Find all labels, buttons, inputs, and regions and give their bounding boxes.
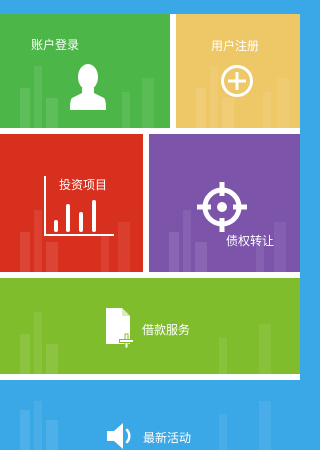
invest-tile[interactable]: 投资项目: [0, 134, 143, 272]
news-label: 最新活动: [143, 431, 192, 445]
plus-circle-icon: [220, 64, 254, 102]
document-add-icon: [104, 308, 138, 352]
status-bar: [0, 0, 300, 14]
register-tile[interactable]: 用户注册: [176, 14, 300, 128]
loan-label: 借款服务: [142, 323, 191, 337]
news-tile[interactable]: 最新活动: [0, 380, 300, 450]
crosshair-icon: [197, 182, 247, 236]
login-label: 账户登录: [31, 38, 80, 52]
loan-tile[interactable]: 借款服务: [0, 278, 300, 374]
user-silhouette-icon: [70, 62, 106, 114]
login-tile[interactable]: 账户登录: [0, 14, 170, 128]
bar-chart-icon: [44, 176, 116, 242]
speaker-icon: [106, 422, 138, 450]
transfer-tile[interactable]: 债权转让: [149, 134, 300, 272]
register-label: 用户注册: [211, 39, 260, 53]
transfer-label: 债权转让: [226, 234, 275, 248]
app-screen: 账户登录 用户注册 投资项目 债权转让 借款服务 最新活动: [0, 0, 300, 450]
